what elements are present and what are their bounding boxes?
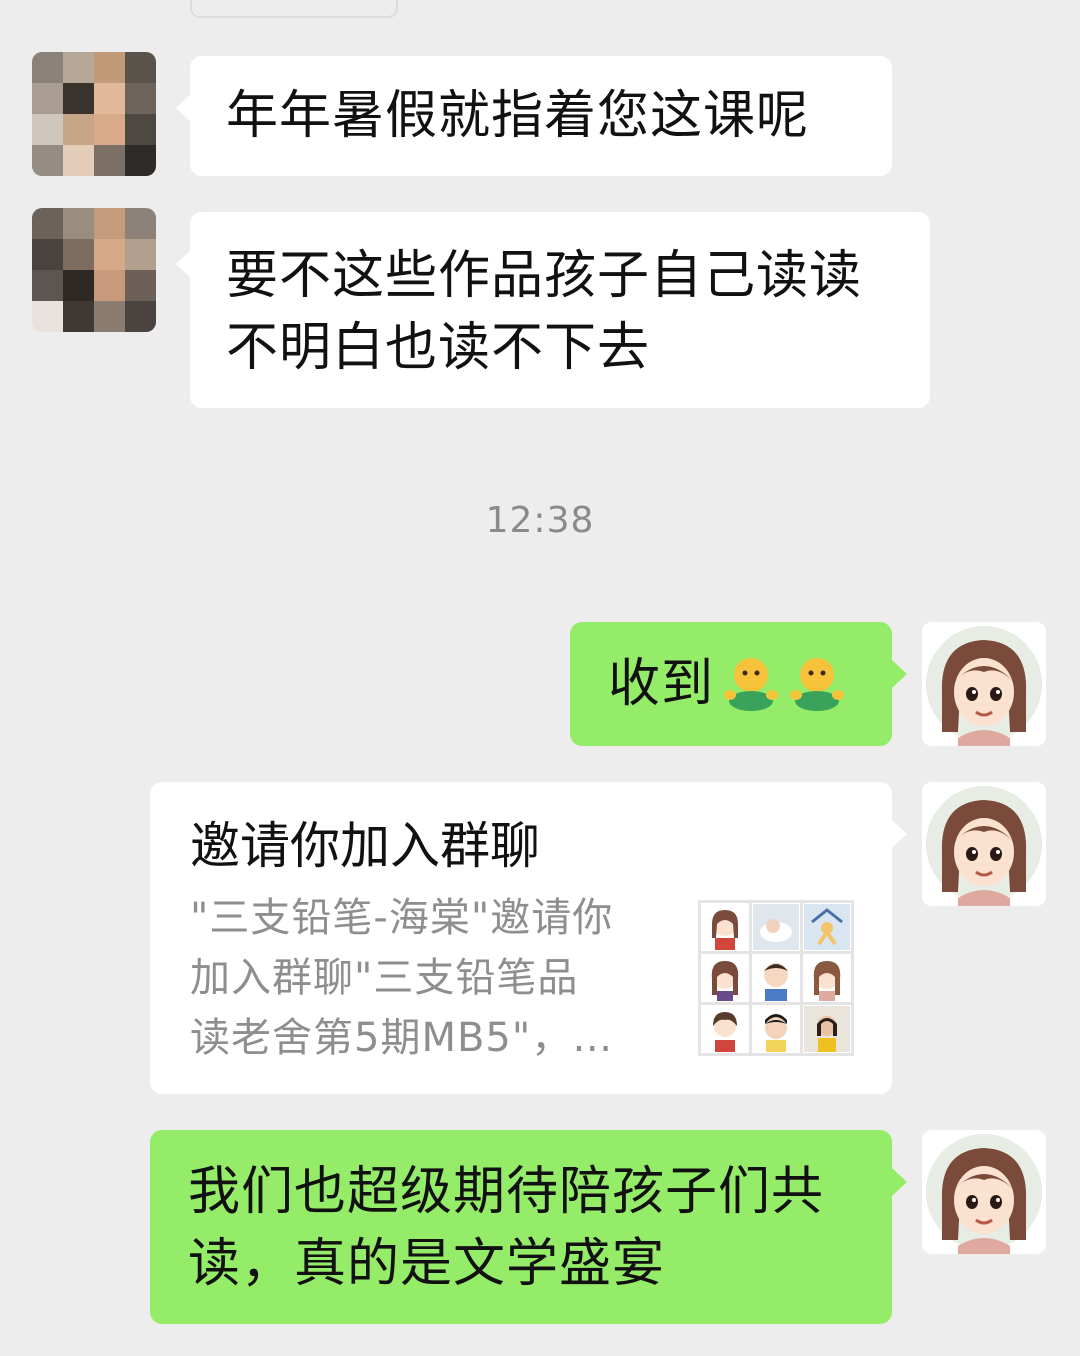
message-content: 收到 <box>608 648 846 720</box>
contact-avatar[interactable] <box>32 208 156 332</box>
member-avatar <box>752 1005 800 1053</box>
group-invite-card[interactable]: 邀请你加入群聊 "三支铅笔-海棠"邀请你 加入群聊"三支铅笔品 读老舍第5期MB… <box>150 782 907 1094</box>
member-avatar <box>701 954 749 1002</box>
member-avatar <box>701 903 749 951</box>
message-line: 不明白也读不下去 <box>226 318 651 378</box>
hug-emoji-icon <box>722 655 780 713</box>
message-text: 年年暑假就指着您这课呢 <box>226 86 810 146</box>
message-bubble[interactable]: 年年暑假就指着您这课呢 <box>176 56 892 176</box>
member-avatar <box>752 903 800 951</box>
member-avatar <box>752 954 800 1002</box>
member-avatar <box>803 903 851 951</box>
message-bubble-self[interactable]: 我们也超级期待陪孩子们共 读，真的是文学盛宴 <box>150 1130 907 1324</box>
self-avatar[interactable] <box>922 1130 1046 1254</box>
message-line: 读，真的是文学盛宴 <box>188 1234 666 1294</box>
group-invite-title: 邀请你加入群聊 <box>190 817 540 875</box>
group-invite-desc-line: 读老舍第5期MB5"，… <box>190 1015 614 1061</box>
message-line: 我们也超级期待陪孩子们共 <box>188 1162 825 1222</box>
group-invite-desc-line: 加入群聊"三支铅笔品 <box>190 955 579 1001</box>
group-invite-description: "三支铅笔-海棠"邀请你 加入群聊"三支铅笔品 读老舍第5期MB5"，… <box>190 888 670 1068</box>
member-avatar <box>701 1005 749 1053</box>
group-invite-desc-line: "三支铅笔-海棠"邀请你 <box>190 895 614 941</box>
hug-emoji-icon <box>788 655 846 713</box>
contact-avatar[interactable] <box>32 52 156 176</box>
member-avatar <box>803 954 851 1002</box>
previous-message-fragment <box>190 0 398 18</box>
group-avatar-grid <box>698 900 854 1056</box>
message-line: 要不这些作品孩子自己读读 <box>226 246 863 306</box>
message-bubble[interactable]: 要不这些作品孩子自己读读 不明白也读不下去 <box>176 212 930 408</box>
self-avatar[interactable] <box>922 622 1046 746</box>
message-bubble-self[interactable]: 收到 <box>570 622 907 746</box>
message-timestamp: 12:38 <box>485 500 595 541</box>
message-text: 收到 <box>608 654 715 714</box>
member-avatar <box>803 1005 851 1053</box>
self-avatar[interactable] <box>922 782 1046 906</box>
